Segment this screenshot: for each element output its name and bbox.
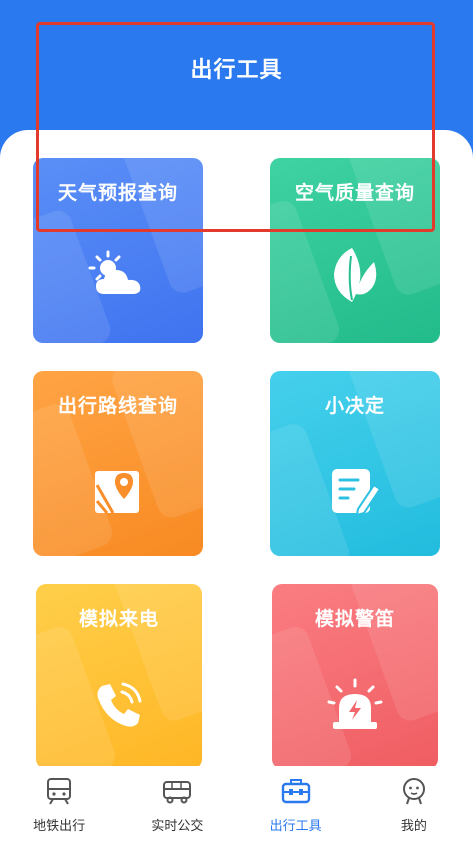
toolbox-icon: [281, 779, 310, 804]
subway-icon: [47, 778, 72, 805]
tile-fake-call[interactable]: 模拟来电: [36, 584, 202, 769]
tile-route-query[interactable]: 出行路线查询: [33, 371, 203, 556]
tile-label: 天气预报查询: [57, 182, 178, 204]
bottom-tab-bar: 地铁出行 实时公交 出行工具 我的: [0, 766, 473, 841]
tab-bus[interactable]: 实时公交: [118, 766, 236, 841]
bus-icon: [163, 781, 192, 804]
tab-subway[interactable]: 地铁出行: [0, 766, 118, 841]
tab-label: 出行工具: [269, 819, 322, 834]
note-pen-icon: [328, 465, 382, 523]
tab-label: 我的: [400, 819, 427, 834]
tile-label: 空气质量查询: [294, 182, 415, 204]
tab-profile[interactable]: 我的: [355, 766, 473, 841]
tile-label: 出行路线查询: [57, 395, 178, 417]
map-pin-icon: [93, 467, 143, 521]
tile-label: 小决定: [324, 395, 385, 417]
leaf-icon: [330, 244, 380, 308]
tile-air-quality[interactable]: 空气质量查询: [270, 158, 440, 343]
siren-icon: [325, 678, 385, 736]
page-title: 出行工具: [190, 58, 283, 83]
profile-icon: [402, 778, 425, 805]
tab-travel-tools[interactable]: 出行工具: [237, 766, 355, 841]
phone-ring-icon: [92, 678, 146, 736]
tile-fake-siren[interactable]: 模拟警笛: [272, 584, 438, 769]
tab-label: 实时公交: [151, 819, 204, 834]
tile-label: 模拟警笛: [314, 608, 395, 630]
tile-weather-forecast[interactable]: 天气预报查询: [33, 158, 203, 343]
tab-label: 地铁出行: [33, 819, 86, 834]
tile-small-decision[interactable]: 小决定: [270, 371, 440, 556]
tile-label: 模拟来电: [78, 608, 159, 630]
weather-icon: [88, 250, 148, 304]
